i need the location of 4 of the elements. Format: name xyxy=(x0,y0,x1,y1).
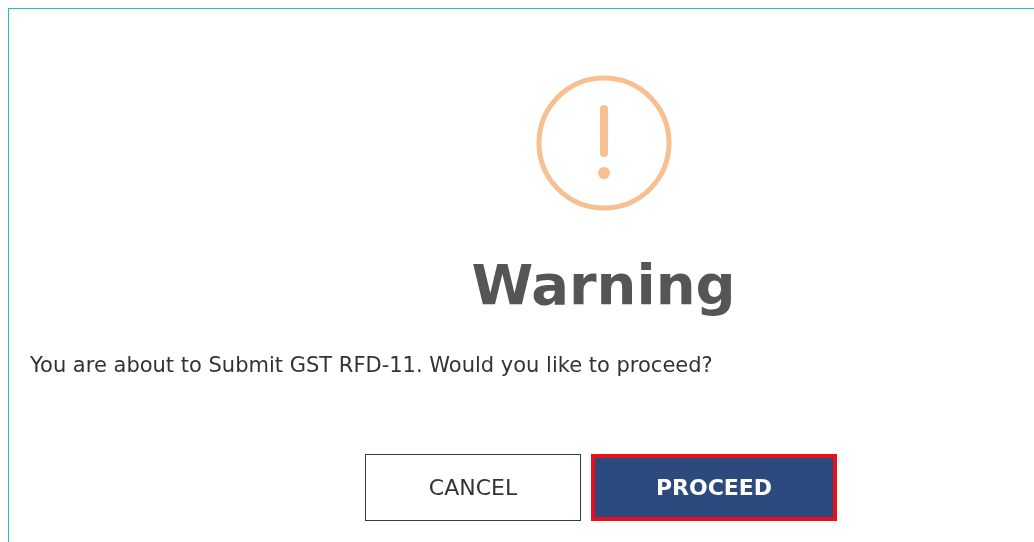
warning-icon xyxy=(535,75,672,211)
proceed-button[interactable]: PROCEED xyxy=(591,454,837,521)
warning-message: You are about to Submit GST RFD-11. Would you like to proceed? xyxy=(30,355,714,376)
cancel-button[interactable]: CANCEL xyxy=(365,454,581,521)
